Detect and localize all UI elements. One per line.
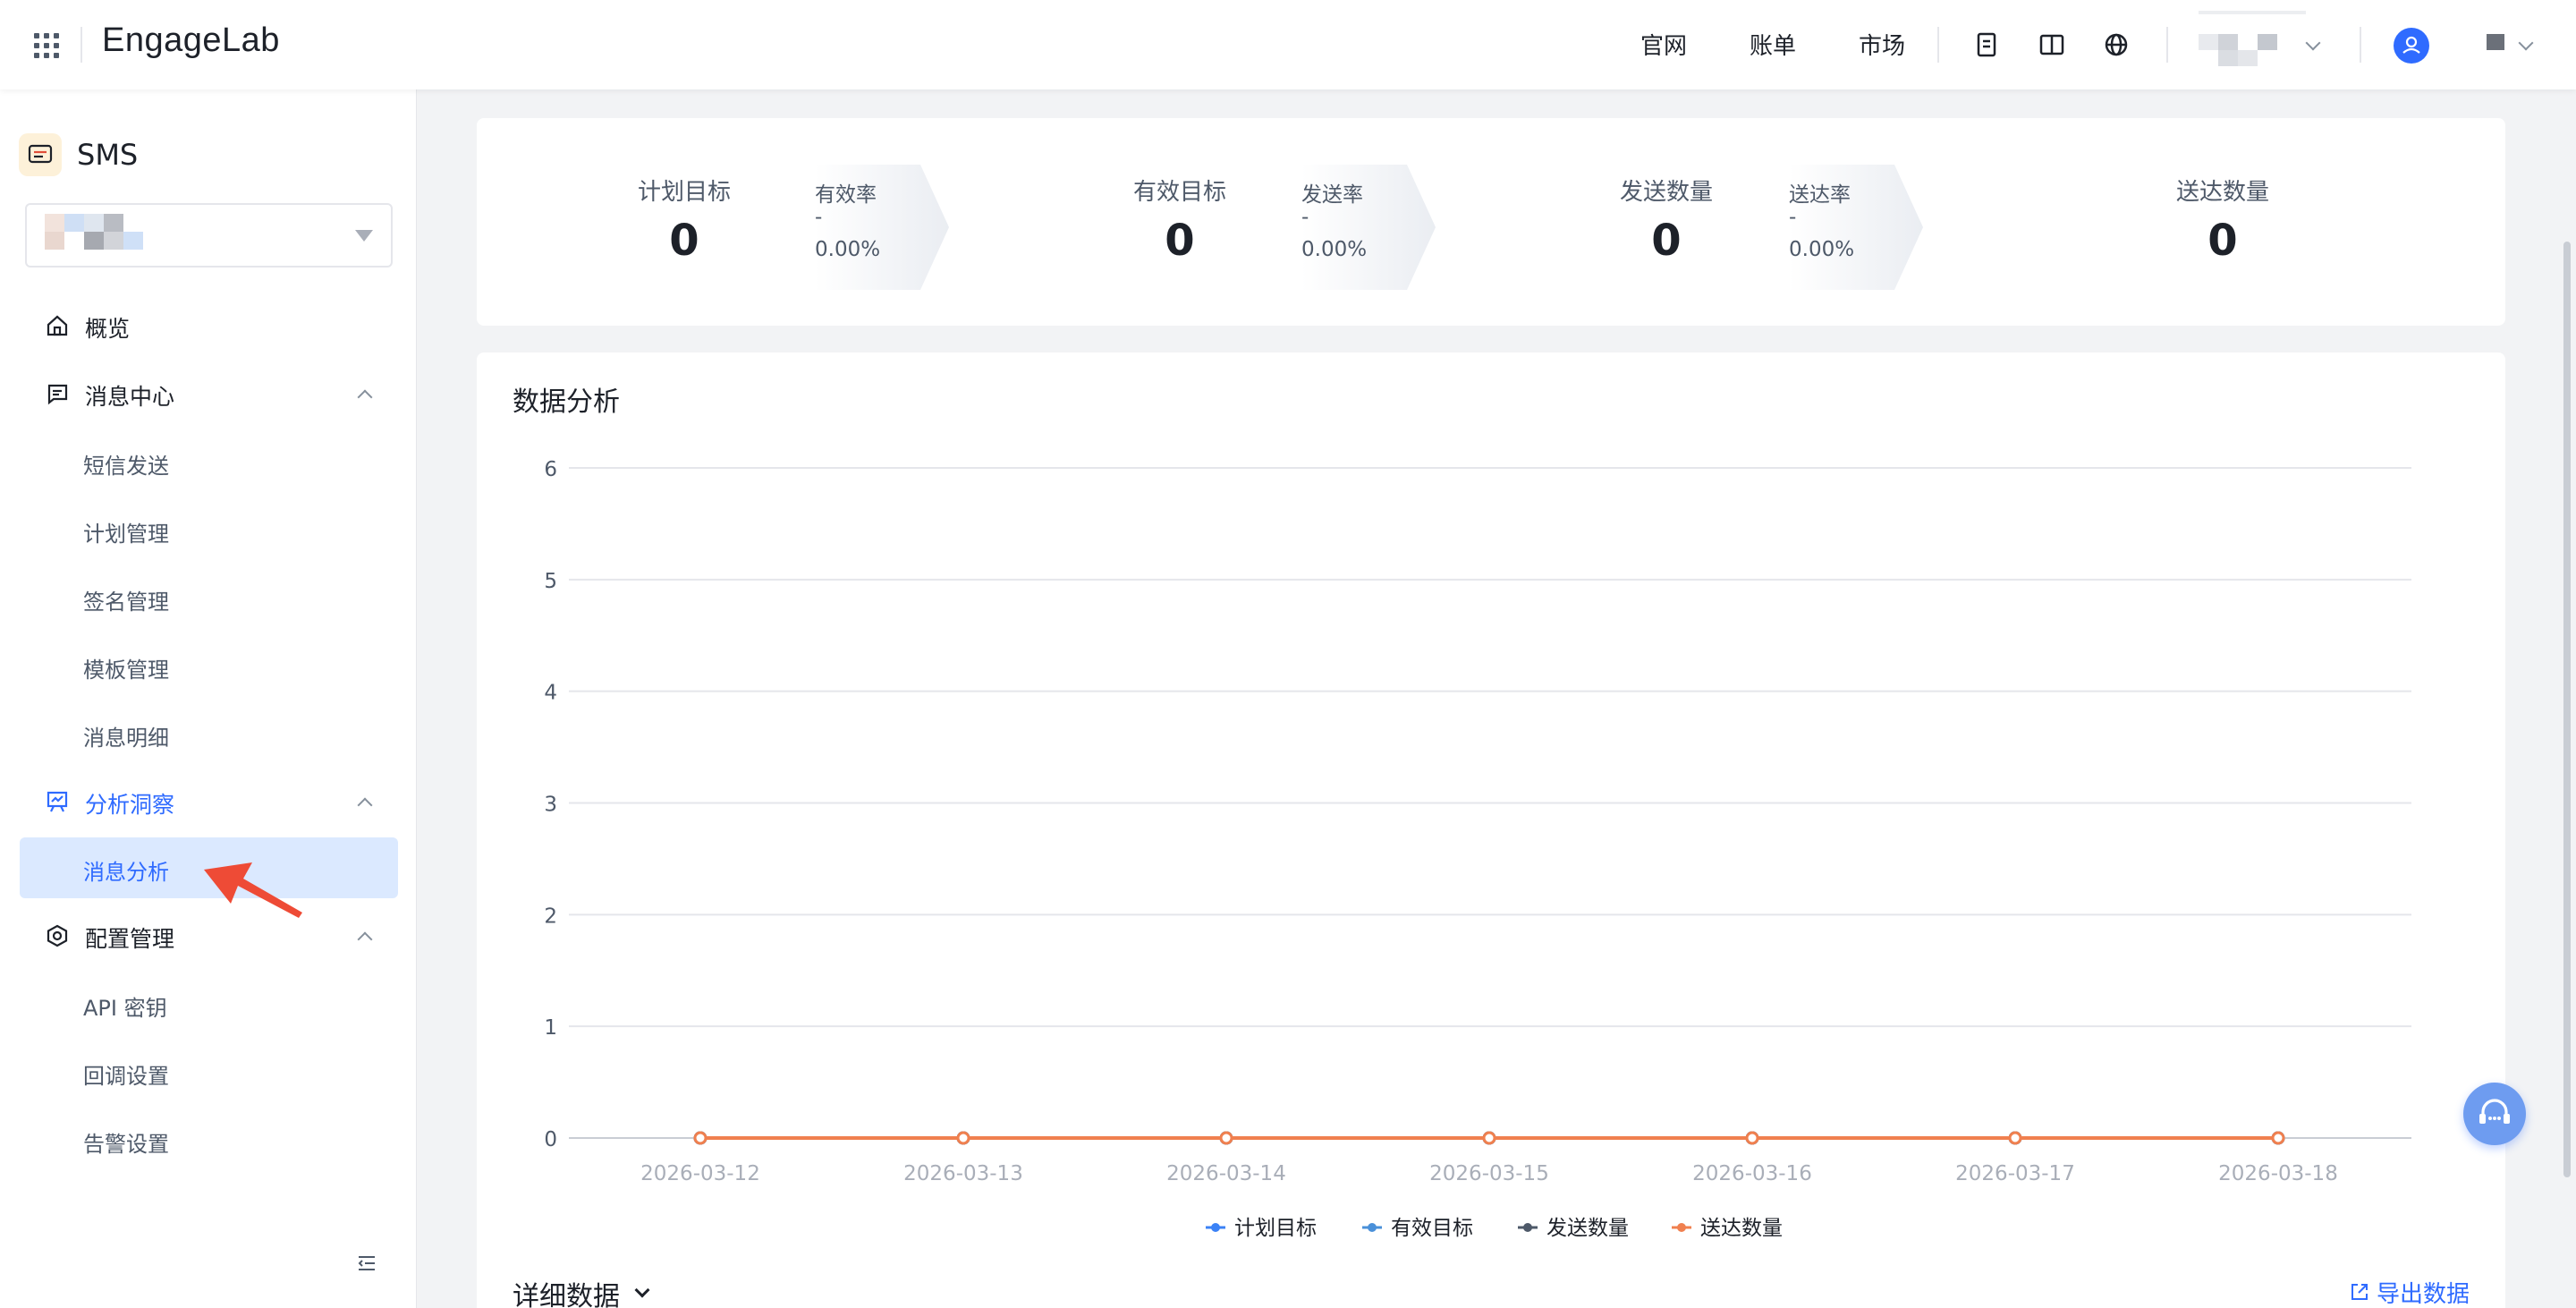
export-icon[interactable]: [2350, 1282, 2369, 1302]
home-icon: [47, 315, 68, 336]
headset-icon: [2479, 1099, 2510, 1124]
stat-planned-targets: 计划目标 0: [638, 179, 732, 266]
data-point: [2271, 1131, 2285, 1145]
user-avatar[interactable]: [2394, 28, 2429, 64]
nav-billing[interactable]: 账单: [1750, 28, 1796, 61]
profile-menu-blurred[interactable]: [2487, 34, 2504, 50]
data-point: [956, 1131, 970, 1145]
x-tick-label: 2026-03-17: [1955, 1162, 2075, 1185]
sidebar-item-message-details[interactable]: 消息明细: [0, 707, 417, 760]
book-icon[interactable]: [2038, 30, 2066, 59]
divider: [2166, 27, 2168, 63]
globe-icon[interactable]: [2102, 30, 2131, 59]
x-tick-label: 2026-03-14: [1166, 1162, 1286, 1185]
chevron-down-icon[interactable]: [634, 1282, 650, 1298]
legend-marker-dot: [1211, 1223, 1220, 1232]
scrollbar[interactable]: [2563, 242, 2571, 1177]
menu-analytics-insights[interactable]: 分析洞察: [0, 775, 417, 828]
y-tick-label: 2: [544, 905, 557, 928]
stats-card: 计划目标 0 有效率 - 0.00% 有效目标 0 发送率 - 0.00% 发送…: [477, 118, 2505, 326]
y-tick-label: 0: [544, 1128, 557, 1151]
collapse-sidebar-icon[interactable]: [356, 1253, 377, 1274]
sidebar-item-template-management[interactable]: 模板管理: [0, 639, 417, 692]
data-point: [693, 1131, 708, 1145]
y-tick-label: 4: [544, 682, 557, 705]
y-tick-label: 6: [544, 458, 557, 481]
chevron-down-icon[interactable]: [2305, 35, 2321, 51]
legend-marker-dot: [1523, 1223, 1532, 1232]
line-chart: 0 1 2 3 4 5 6 2026-03-12 2026-03-13 2026-03-14 202…: [544, 458, 2411, 1240]
data-point: [2008, 1131, 2022, 1145]
sidebar-item-api-key[interactable]: API 密钥: [0, 977, 417, 1031]
x-tick-label: 2026-03-18: [2218, 1162, 2338, 1185]
chevron-down-icon[interactable]: [2518, 35, 2534, 51]
rate-valid: 有效率 - 0.00%: [815, 165, 949, 290]
nav-market[interactable]: 市场: [1859, 28, 1905, 61]
sidebar-item-plan-management[interactable]: 计划管理: [0, 503, 417, 556]
legend-label: 送达数量: [1700, 1217, 1783, 1240]
stat-sent-count: 发送数量 0: [1620, 179, 1714, 266]
menu-message-center[interactable]: 消息中心: [0, 367, 417, 420]
divider: [80, 27, 82, 63]
engagelab-logo[interactable]: EngageLab: [102, 21, 280, 60]
export-data-link[interactable]: 导出数据: [2377, 1276, 2470, 1308]
stat-valid-targets: 有效目标 0: [1133, 179, 1227, 266]
menu-overview[interactable]: 概览: [0, 299, 417, 352]
data-point: [1745, 1131, 1759, 1145]
settings-icon: [47, 924, 68, 947]
divider: [1937, 27, 1939, 63]
dropdown-arrow-icon[interactable]: [355, 230, 373, 242]
legend-label: 有效目标: [1391, 1217, 1473, 1240]
chevron-up-icon[interactable]: [357, 931, 373, 947]
x-tick-label: 2026-03-12: [640, 1162, 760, 1185]
data-point: [1482, 1131, 1496, 1145]
y-tick-label: 3: [544, 794, 557, 817]
product-title: SMS: [77, 138, 139, 172]
sidebar: SMS 概览 消息中心 短信发送 计划管理 签名管理 模板管理 消息明细 分析洞…: [0, 89, 417, 1308]
detail-data-toggle[interactable]: 详细数据: [513, 1274, 620, 1308]
legend-label: 发送数量: [1546, 1217, 1629, 1240]
sidebar-item-signature-management[interactable]: 签名管理: [0, 571, 417, 624]
sms-product-icon: [19, 133, 62, 176]
sidebar-item-alert-settings[interactable]: 告警设置: [0, 1113, 417, 1167]
account-switcher[interactable]: [2199, 11, 2306, 70]
divider: [2360, 27, 2361, 63]
app-selector[interactable]: [25, 203, 393, 268]
chart-icon: [47, 791, 68, 812]
sidebar-item-callback-settings[interactable]: 回调设置: [0, 1045, 417, 1099]
legend-marker-dot: [1677, 1223, 1686, 1232]
x-tick-label: 2026-03-15: [1429, 1162, 1549, 1185]
x-tick-label: 2026-03-13: [903, 1162, 1023, 1185]
top-bar: EngageLab 官网 账单 市场: [0, 0, 2576, 89]
data-point: [1219, 1131, 1233, 1145]
rate-delivery: 送达率 - 0.00%: [1789, 165, 1923, 290]
annotation-arrow: [204, 862, 302, 918]
x-tick-label: 2026-03-16: [1692, 1162, 1812, 1185]
doc-icon[interactable]: [1973, 30, 2002, 59]
sidebar-item-sms-send[interactable]: 短信发送: [0, 435, 417, 488]
legend-label: 计划目标: [1234, 1217, 1317, 1240]
stat-delivered-count: 送达数量 0: [2176, 179, 2270, 266]
chevron-up-icon[interactable]: [357, 389, 373, 405]
nav-official-site[interactable]: 官网: [1640, 28, 1687, 61]
app-grid-icon[interactable]: [34, 33, 59, 58]
y-tick-label: 1: [544, 1016, 557, 1040]
user-icon: [2402, 36, 2420, 54]
customer-support-button[interactable]: [2463, 1083, 2526, 1145]
legend-marker-dot: [1368, 1223, 1377, 1232]
data-analysis-card: 数据分析 0 1 2 3 4 5 6 2026-03-12 2026-03-13 2026-03-…: [477, 352, 2505, 1308]
y-tick-label: 5: [544, 570, 557, 593]
chevron-up-icon[interactable]: [357, 797, 373, 813]
rate-send: 发送率 - 0.00%: [1301, 165, 1436, 290]
message-icon: [47, 384, 68, 405]
